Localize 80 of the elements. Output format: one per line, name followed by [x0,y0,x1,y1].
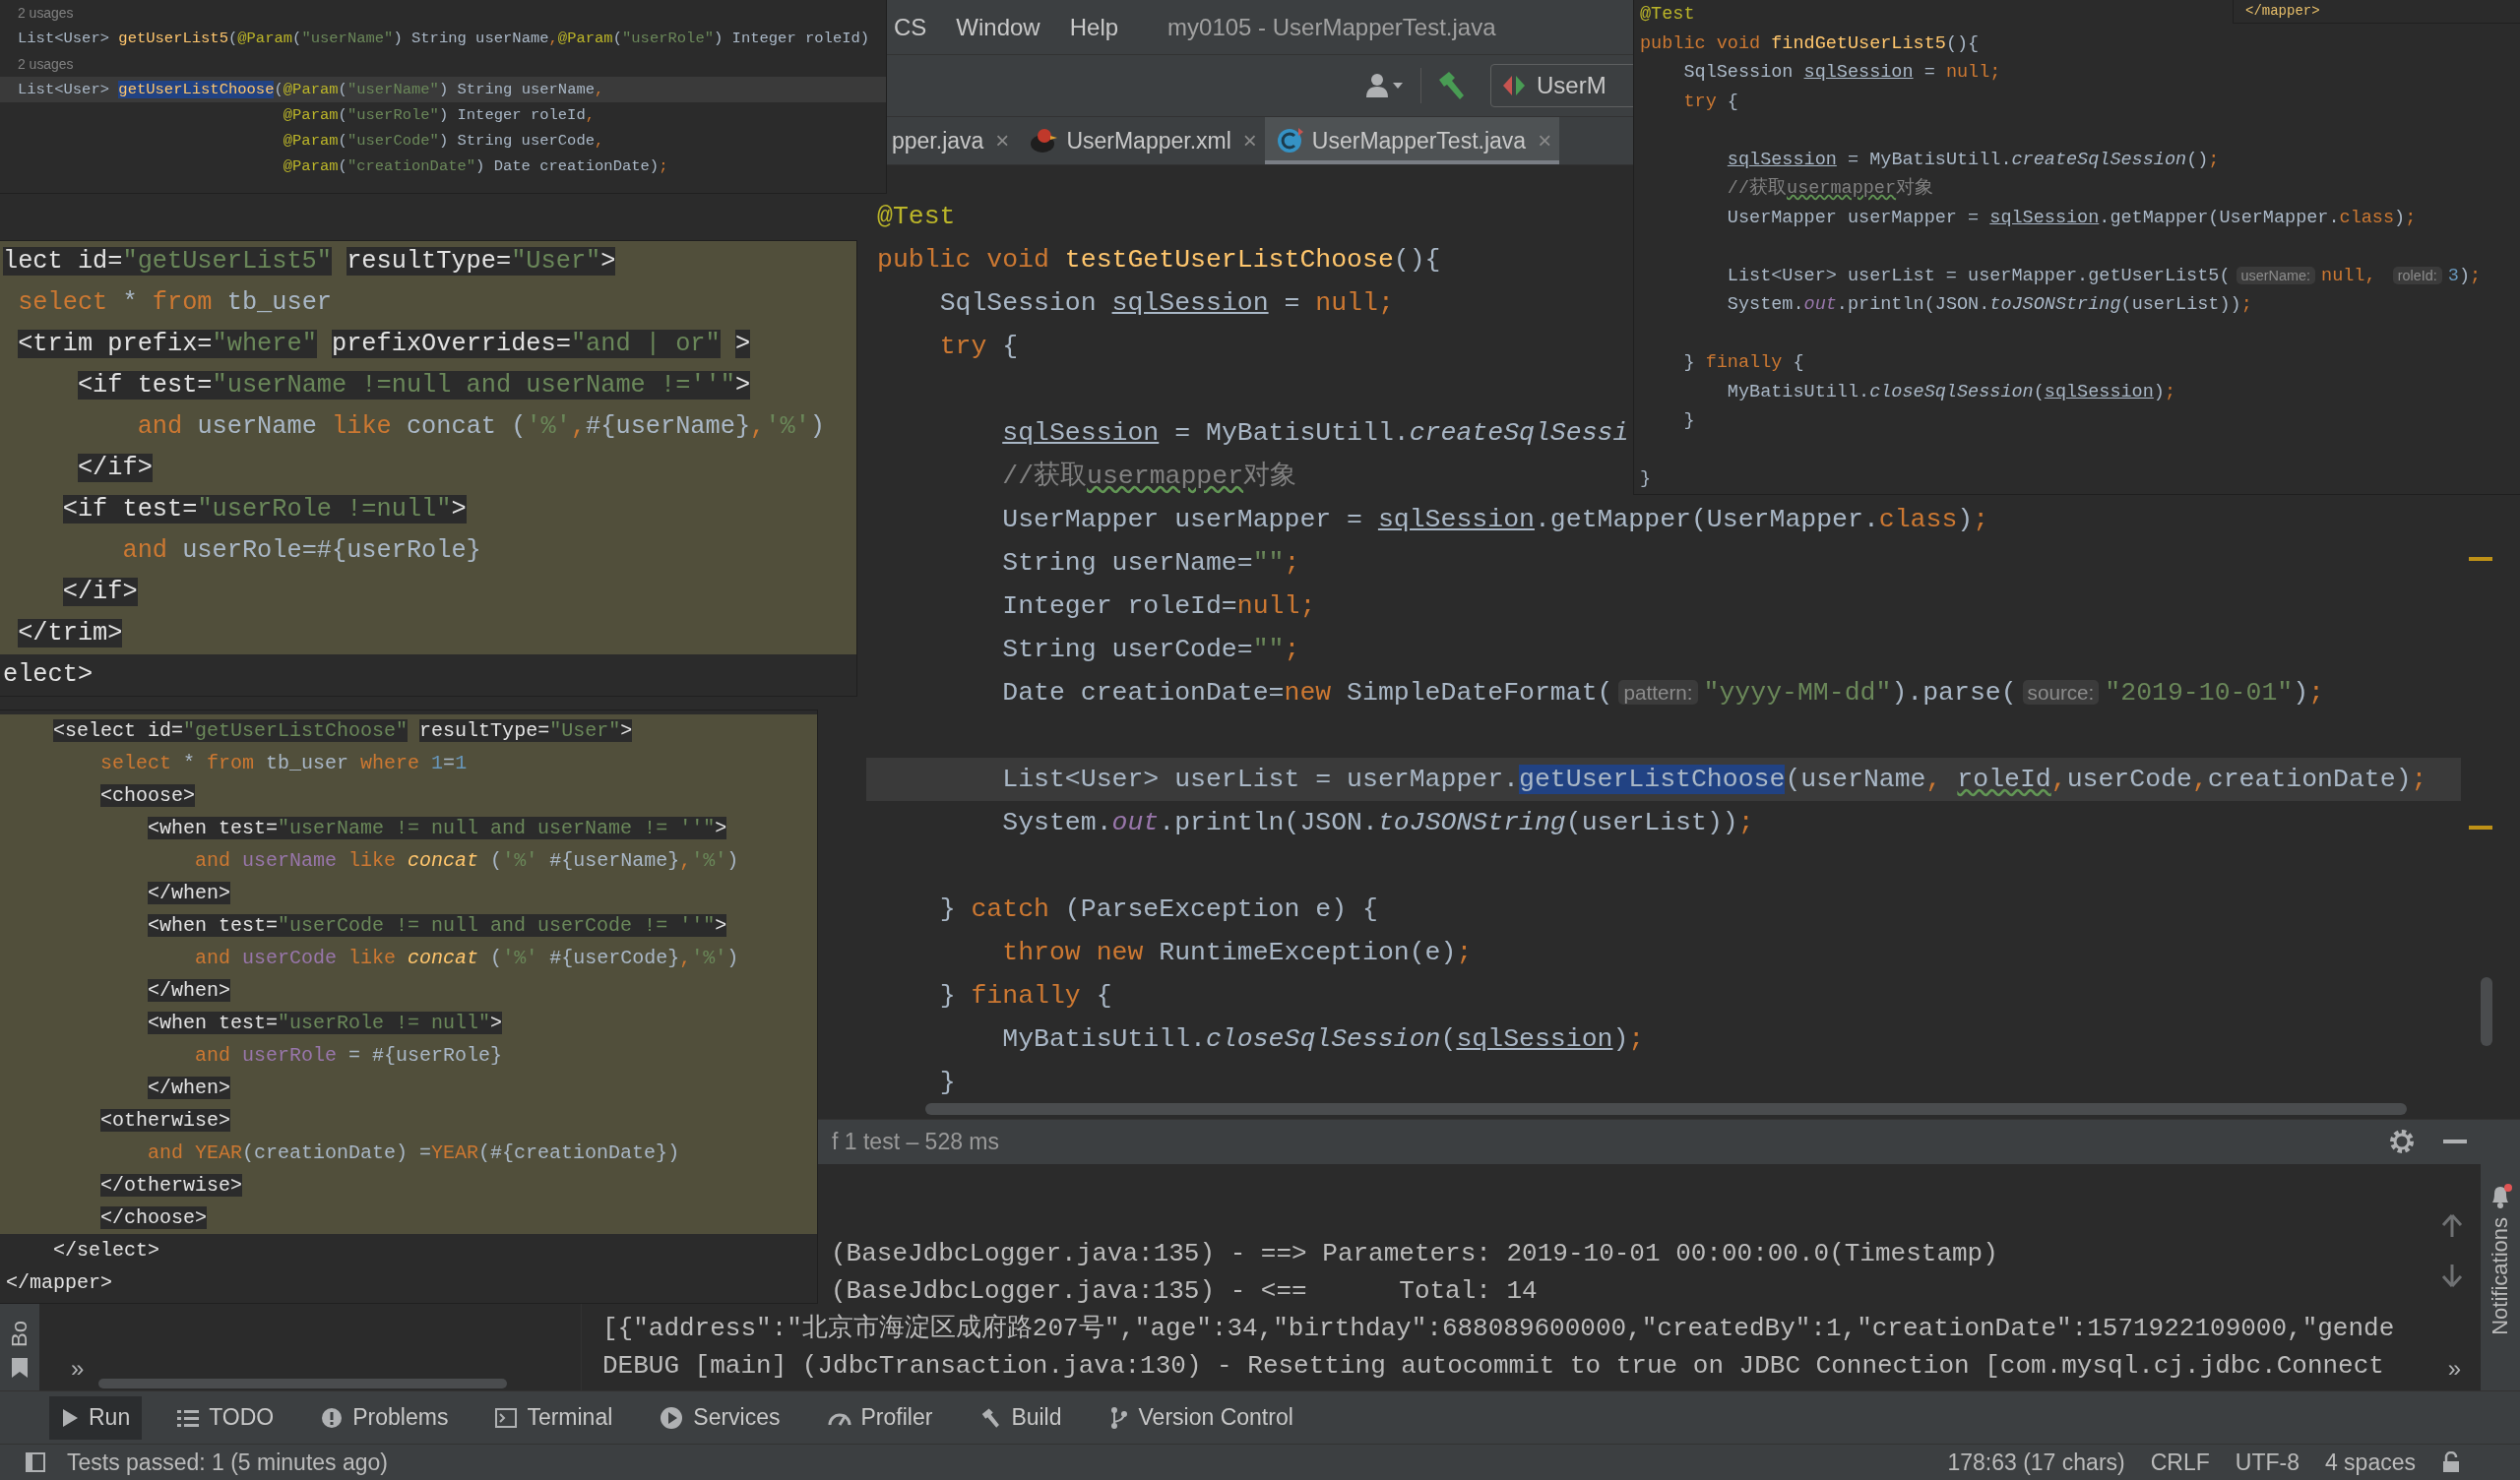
status-message[interactable]: Tests passed: 1 (5 minutes ago) [67,1449,388,1476]
window-title: my0105 - UserMapperTest.java [1167,13,1496,41]
indent-setting[interactable]: 4 spaces [2324,1449,2416,1476]
test-summary: f 1 test – 528 ms [832,1129,1000,1155]
code-line: sqlSession = MyBatisUtill.createSqlSession(); [1726,148,2220,172]
editor-tab[interactable]: UserMapper.xml × [1017,117,1265,164]
code-line: try { [1682,90,1738,114]
code-line: List<User> getUserList5(@Param("userName") String userName,@Param("userRole") Integer roleId) [17,29,870,49]
code-line: SqlSession sqlSession = null; [938,287,1394,320]
settings-icon[interactable] [2388,1128,2416,1155]
code-line: UserMapper userMapper = sqlSession.getMapper(UserMapper.class); [1001,504,1989,536]
file-encoding[interactable]: UTF-8 [2235,1449,2300,1476]
code-line: } [1682,409,1695,433]
console-line: [{"address":"北京市海淀区成府路207号","age":34,"birthday":688089600000,"createdBy":1,"creationDate":1571922109000,"gende [602,1313,2395,1345]
code-line: Date creationDate=new SimpleDateFormat( pattern: "yyyy-MM-dd").parse( source: "2019-10-01"); [1001,677,2324,709]
code-line: @Param("userRole") Integer roleId, [282,105,596,126]
code-line: } [1639,467,1652,491]
code-line: System.out.println(JSON.toJSONString(userList)); [1001,807,1754,839]
code-line: 2 usages [17,55,74,74]
tool-window-button[interactable]: Build [968,1395,1074,1440]
code-line: MyBatisUtill.closeSqlSession(sqlSession); [1726,380,2176,404]
code-line: } catch (ParseException e) { [938,894,1378,926]
code-line: @Param("userCode") String userCode, [282,131,604,152]
tool-window-button[interactable]: Problems [309,1395,461,1440]
tool-window-button[interactable]: TODO [165,1395,286,1440]
code-line: @Test [1639,3,1695,27]
code-line: @Param("creationDate") Date creationDate); [282,156,668,177]
code-line: System.out.println(JSON.toJSONString(userList)); [1726,293,2252,317]
terminal-icon [495,1407,518,1428]
tool-window-button[interactable]: Profiler [815,1395,945,1440]
play-icon [61,1407,79,1428]
branch-icon [1108,1405,1129,1430]
line-separator[interactable]: CRLF [2150,1449,2210,1476]
code-line: throw new RuntimeException(e); [1001,937,1473,969]
tool-window-button[interactable]: Run [49,1395,143,1440]
code-line: String userName=""; [1001,547,1300,580]
code-line: } [938,1067,956,1099]
code-line: SqlSession sqlSession = null; [1682,61,2001,85]
menu-item[interactable]: CS [894,13,927,41]
code-line: //获取usermapper对象 [1726,176,1934,201]
panel-icon[interactable] [26,1452,45,1472]
editor-tab[interactable]: UserMapperTest.java × [1264,117,1560,164]
cursor-position[interactable]: 178:63 (17 chars) [1947,1449,2125,1476]
menu-item[interactable]: Help [1069,13,1119,41]
tool-window-button[interactable]: Version Control [1097,1395,1305,1440]
services-icon [660,1405,684,1430]
down-arrow-icon[interactable] [2441,1263,2463,1288]
editor-tab[interactable]: pper.java × [882,117,1018,164]
code-line: } finally { [1682,351,1804,375]
bookmark-icon[interactable] [11,1357,29,1379]
code-line: @Test [876,201,956,233]
console-line: (BaseJdbcLogger.java:135) - ==> Parameters: 2019-10-01 00:00:00.0(Timestamp) [830,1238,1998,1270]
code-line: Integer roleId=null; [1001,590,1316,623]
code-line: 2 usages [17,4,74,23]
up-arrow-icon[interactable] [2441,1213,2463,1239]
info-icon [321,1406,344,1429]
expand-button[interactable]: » [2447,1355,2461,1383]
console-line: (BaseJdbcLogger.java:135) - <== Total: 14 [830,1275,1538,1308]
hammer-icon [979,1406,1002,1429]
code-line: public void findGetUserList5(){ [1639,31,1980,56]
scrollbar[interactable] [925,1103,2407,1115]
code-line: UserMapper userMapper = sqlSession.getMapper(UserMapper.class); [1726,206,2417,230]
code-line: public void testGetUserListChoose(){ [876,244,1441,277]
console-line: DEBUG [main] (JdbcTransaction.java:130) - Resetting autocommit to true on JDBC Connection [com.mysql.cj.jdbc.Connect [602,1350,2384,1383]
code-line: List<User> userList = userMapper.getUserList5( userName: null, roleId: 3); [1726,264,2482,288]
bookmarks-tab[interactable]: Bo [7,1321,32,1347]
code-line: try { [938,331,1019,363]
code-line: sqlSession = MyBatisUtill.createSqlSessi [1001,417,1629,450]
lock-icon[interactable] [2441,1451,2461,1473]
code-line: MyBatisUtill.closeSqlSession(sqlSession); [1001,1023,1645,1056]
scrollbar[interactable] [2481,977,2492,1046]
code-line: String userCode=""; [1001,634,1300,666]
code-line: } finally { [938,980,1112,1013]
list-icon [177,1408,200,1427]
code-line: //获取usermapper对象 [1001,460,1297,493]
expand-button[interactable]: » [71,1355,85,1383]
scrollbar[interactable] [98,1379,507,1388]
tool-window-button[interactable]: Services [648,1395,792,1440]
menu-item[interactable]: Window [956,13,1040,41]
tool-window-button[interactable]: Terminal [483,1395,625,1440]
